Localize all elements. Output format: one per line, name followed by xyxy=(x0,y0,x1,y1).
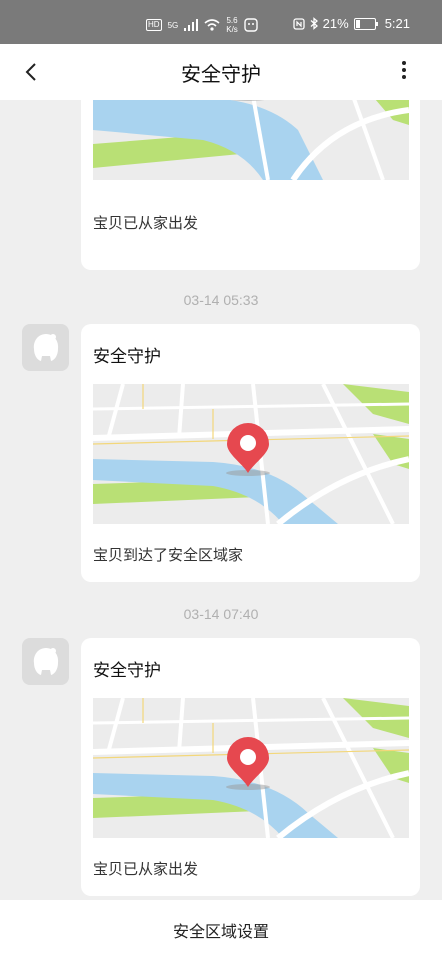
more-dot xyxy=(402,61,406,65)
robot-avatar-icon xyxy=(33,333,58,361)
map-thumbnail[interactable] xyxy=(93,698,409,838)
app-notification-icon xyxy=(244,18,258,32)
bluetooth-icon xyxy=(310,17,318,30)
card-caption: 宝贝已从家出发 xyxy=(93,860,199,878)
status-network-group: HD 5G 5.6 K/s xyxy=(146,16,258,34)
map-thumbnail[interactable] xyxy=(93,384,409,524)
map-graphic xyxy=(93,698,409,838)
battery-percent: 21% xyxy=(322,16,349,31)
speed-value: 5.6 xyxy=(226,16,238,25)
signal-icon xyxy=(184,19,199,31)
message-card[interactable]: 安全守护 xyxy=(81,638,420,896)
page-title: 安全守护 xyxy=(181,61,261,86)
avatar xyxy=(22,638,69,685)
more-dot xyxy=(402,75,406,79)
safe-zone-settings-button[interactable]: 安全区域设置 xyxy=(0,900,442,960)
status-system-group: 21% 5:21 xyxy=(293,16,410,31)
map-graphic xyxy=(93,100,409,180)
safe-zone-settings-label: 安全区域设置 xyxy=(172,922,269,941)
robot-avatar-icon xyxy=(33,647,58,675)
message-timestamp: 03-14 05:33 xyxy=(183,292,259,308)
back-icon[interactable] xyxy=(20,60,44,84)
clock: 5:21 xyxy=(384,16,410,31)
speed-unit: K/s xyxy=(226,25,238,34)
header-bar: 安全守护 xyxy=(0,44,442,100)
avatar xyxy=(22,324,69,371)
wifi-icon xyxy=(204,19,220,31)
network-label: 5G xyxy=(167,20,179,30)
hd-badge: HD xyxy=(146,19,162,31)
status-bar: HD 5G 5.6 K/s 21% 5:21 xyxy=(0,0,442,44)
card-caption: 宝贝已从家出发 xyxy=(93,214,199,232)
nfc-icon xyxy=(293,17,305,30)
card-title: 安全守护 xyxy=(93,347,161,367)
message-card[interactable]: 宝贝已从家出发 xyxy=(81,100,420,270)
map-graphic xyxy=(93,384,409,524)
message-feed[interactable]: 宝贝已从家出发 03-14 05:33 安全守护 宝贝到达了安全区域家 03-1… xyxy=(0,100,442,900)
battery-level-fill xyxy=(355,19,360,28)
more-options-button[interactable] xyxy=(398,58,410,86)
more-dot xyxy=(402,68,406,72)
network-speed: 5.6 K/s xyxy=(226,16,238,34)
message-card[interactable]: 安全守护 xyxy=(81,324,420,582)
battery-icon xyxy=(353,17,378,30)
card-caption: 宝贝到达了安全区域家 xyxy=(93,546,244,564)
map-thumbnail[interactable] xyxy=(93,100,409,180)
card-title: 安全守护 xyxy=(93,661,161,681)
message-timestamp: 03-14 07:40 xyxy=(183,606,259,622)
